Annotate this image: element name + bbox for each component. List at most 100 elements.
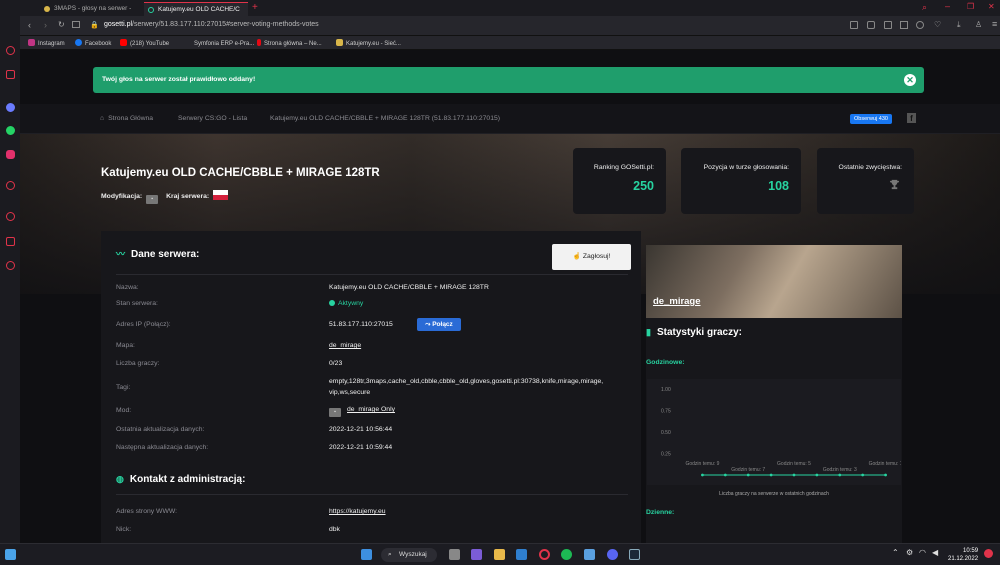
- notification-icon[interactable]: [984, 549, 993, 558]
- bookmark-netflix[interactable]: Strona główna – Ne...: [257, 39, 322, 47]
- bookmarks-bar: Instagram Facebook (218) YouTube Symfoni…: [20, 36, 1000, 50]
- taskbar-search[interactable]: ⌕ Wyszukaj: [381, 548, 437, 562]
- teams-icon[interactable]: [471, 549, 482, 560]
- hourly-chart-svg: 1.00 0.75 0.50 0.25 Godzin temu: 9 Godzin tem…: [661, 387, 903, 477]
- messenger-icon[interactable]: [6, 103, 15, 112]
- poland-flag-icon: [213, 190, 229, 200]
- server-data-panel: [101, 231, 641, 543]
- settings-icon[interactable]: [6, 261, 15, 270]
- tags-value-cont: vip,ws,secure: [329, 389, 371, 396]
- success-alert: Twój głos na serwer został prawidłowo od…: [93, 67, 924, 93]
- breadcrumb-server-list[interactable]: Serwery CS:GO - Lista: [178, 115, 247, 122]
- data-point[interactable]: [838, 473, 842, 477]
- discord-icon[interactable]: [607, 549, 618, 560]
- clock[interactable]: 10:59 21.12.2022: [948, 547, 978, 563]
- download-icon[interactable]: ⤓: [957, 20, 961, 30]
- x-tick-label: Godzin temu: 9: [685, 461, 719, 467]
- tab-katujemy[interactable]: Katujemy.eu OLD CACHE/C: [144, 2, 248, 16]
- wifi-icon[interactable]: ◠: [919, 548, 926, 557]
- back-icon[interactable]: ‹: [28, 20, 31, 30]
- shopping-icon[interactable]: [6, 70, 15, 79]
- opera-icon[interactable]: [539, 549, 550, 560]
- bookmark-heart-icon[interactable]: ♡: [934, 20, 941, 29]
- x-tick-label: Godzin temu: 1: [869, 461, 901, 467]
- data-point[interactable]: [723, 473, 727, 477]
- close-window-icon[interactable]: ✕: [988, 2, 995, 11]
- page-title: Katujemy.eu OLD CACHE/CBBLE + MIRAGE 128…: [101, 167, 380, 179]
- bookmark-facebook[interactable]: Facebook: [75, 39, 111, 47]
- history-icon[interactable]: [6, 212, 15, 221]
- tray-app-icon[interactable]: ⚙: [906, 548, 913, 557]
- data-point[interactable]: [884, 473, 887, 477]
- tab-3maps[interactable]: 3MAPS - głosy na serwer -: [40, 2, 142, 16]
- menu-icon[interactable]: ≡: [992, 19, 997, 29]
- data-point[interactable]: [861, 473, 865, 477]
- photos-icon[interactable]: [516, 549, 527, 560]
- website-link[interactable]: https://katujemy.eu: [329, 508, 386, 515]
- data-point[interactable]: [815, 473, 819, 477]
- start-icon[interactable]: [361, 549, 372, 560]
- connect-button[interactable]: ⤳ Połącz: [417, 318, 461, 331]
- map-name-link[interactable]: de_mirage: [653, 296, 701, 307]
- widgets-icon[interactable]: [5, 549, 16, 560]
- volume-icon[interactable]: ◀: [932, 548, 938, 557]
- bookmark-instagram[interactable]: Instagram: [28, 39, 65, 47]
- y-tick-label: 1.00: [661, 387, 671, 393]
- store-icon[interactable]: [584, 549, 595, 560]
- bookmark-katujemy[interactable]: Katujemy.eu - Sieć...: [336, 39, 401, 47]
- data-point[interactable]: [701, 473, 704, 477]
- x-tick-label: Godzin temu: 5: [777, 461, 811, 467]
- minimize-icon[interactable]: –: [945, 1, 950, 11]
- facebook-icon[interactable]: f: [907, 113, 916, 123]
- server-data-heading: 〰 Dane serwera:: [116, 249, 200, 260]
- url-field[interactable]: gosetti.pl/serwery/51.83.177.110:27015#s…: [104, 21, 319, 28]
- katujemy-icon: [336, 39, 343, 46]
- player-icon[interactable]: [6, 181, 15, 190]
- facebook-follow-button[interactable]: Obserwuj 430: [850, 114, 892, 124]
- data-point[interactable]: [746, 473, 750, 477]
- map-preview-image[interactable]: [646, 245, 902, 318]
- snapshot-icon[interactable]: [916, 21, 924, 29]
- search-tabs-icon[interactable]: ⌕: [922, 2, 927, 13]
- last-update-value: 2022-12-21 10:56:44: [329, 426, 393, 433]
- mod-badge-icon: ▪: [329, 408, 341, 417]
- bar-chart-icon: ▮: [646, 327, 651, 337]
- ip-address-value: 51.83.177.110:27015: [329, 321, 393, 328]
- wallet-icon[interactable]: [884, 21, 892, 29]
- task-view-icon[interactable]: [449, 549, 460, 560]
- instagram-icon: [28, 39, 35, 46]
- camera-icon[interactable]: [867, 21, 875, 29]
- bookmark-youtube[interactable]: (218) YouTube: [120, 39, 169, 47]
- bookmark-symfonia[interactable]: Symfonia ERP e-Pra...: [188, 39, 254, 47]
- forward-icon[interactable]: ›: [44, 20, 47, 30]
- reload-icon[interactable]: ↻: [58, 20, 65, 29]
- tray-chevron-icon[interactable]: ⌃: [892, 548, 899, 557]
- instagram-icon[interactable]: [6, 150, 15, 159]
- divider: [116, 494, 628, 495]
- easy-setup-icon[interactable]: [900, 21, 908, 29]
- vote-button[interactable]: ☝ Zagłosuj!: [552, 244, 631, 270]
- map-link[interactable]: de_mirage: [329, 342, 361, 349]
- status-dot-icon: [329, 300, 335, 306]
- maximize-icon[interactable]: ❐: [967, 2, 974, 11]
- new-tab-icon[interactable]: +: [252, 2, 258, 13]
- hourly-heading: Godzinowe:: [646, 359, 685, 366]
- last-wins-card: Ostatnie zwycięstwa:: [817, 148, 914, 214]
- whatsapp-icon[interactable]: [6, 126, 15, 135]
- data-point[interactable]: [792, 473, 796, 477]
- steam-icon[interactable]: [629, 549, 640, 560]
- browser-sidebar: [0, 0, 20, 543]
- breadcrumb-home[interactable]: ⌂ Strona Główna: [100, 115, 153, 122]
- alert-close-icon[interactable]: ✕: [904, 74, 916, 86]
- mod-value: ▪ de_mirage Only: [329, 406, 395, 417]
- y-tick-label: 0.25: [661, 452, 671, 458]
- profile-icon[interactable]: ♙: [975, 20, 982, 29]
- search-icon[interactable]: [850, 21, 858, 29]
- extensions-icon[interactable]: [6, 237, 15, 246]
- file-explorer-icon[interactable]: [494, 549, 505, 560]
- x-tick-label: Godzin temu: 7: [731, 467, 765, 473]
- data-point[interactable]: [769, 473, 773, 477]
- spotify-icon[interactable]: [561, 549, 572, 560]
- speed-dial-icon[interactable]: [6, 46, 15, 55]
- speed-dial-grid-icon[interactable]: [72, 21, 80, 28]
